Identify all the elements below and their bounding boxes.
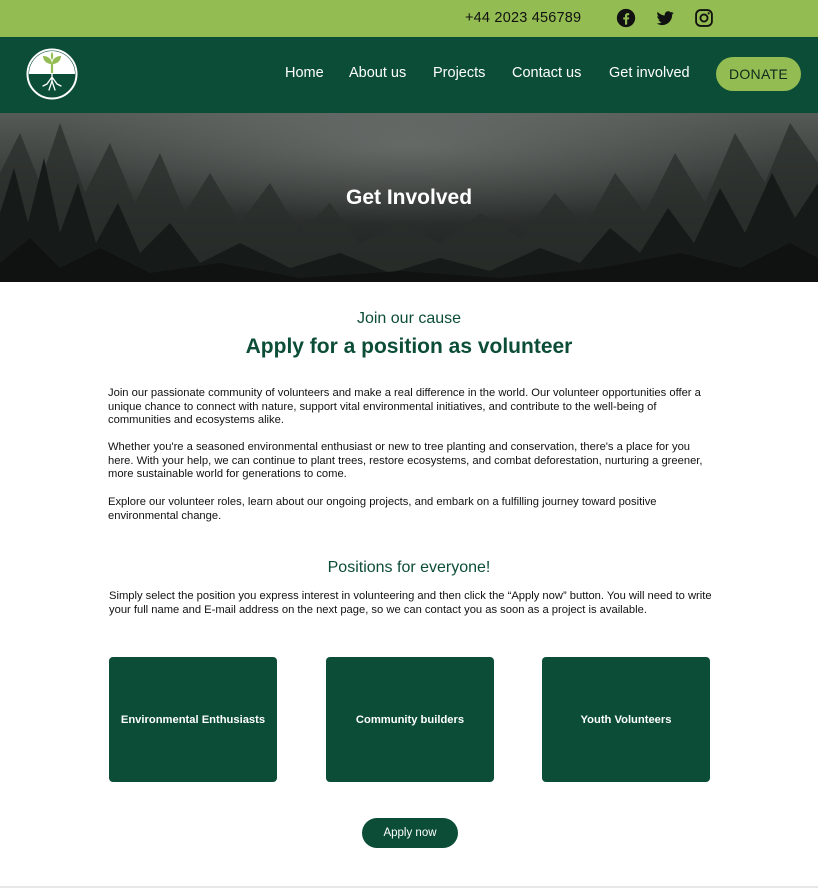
hero-title: Get Involved	[345, 186, 473, 209]
intro-paragraph: Join our passionate community of volunte…	[108, 387, 701, 427]
position-card-youth-volunteers[interactable]: Youth Volunteers	[542, 657, 710, 782]
hero-banner: Get Involved	[0, 113, 818, 282]
facebook-icon[interactable]	[616, 8, 636, 28]
nav-home[interactable]: Home	[285, 65, 324, 81]
nav-about-us[interactable]: About us	[349, 65, 406, 81]
positions-description: Simply select the position you express i…	[109, 590, 712, 616]
apply-now-button[interactable]: Apply now	[362, 818, 458, 848]
nav-projects[interactable]: Projects	[433, 65, 485, 81]
position-card-environmental-enthusiasts[interactable]: Environmental Enthusiasts	[109, 657, 277, 782]
positions-heading: Positions for everyone!	[327, 559, 491, 576]
position-card-label: Youth Volunteers	[580, 713, 672, 726]
donate-button[interactable]: DONATE	[716, 57, 801, 91]
intro-paragraph: Whether you're a seasoned environmental …	[108, 441, 703, 481]
tree-roots-logo[interactable]	[26, 48, 78, 100]
position-card-community-builders[interactable]: Community builders	[326, 657, 494, 782]
phone-number: +44 2023 456789	[465, 10, 582, 26]
position-card-label: Environmental Enthusiasts	[120, 713, 266, 726]
nav-get-involved[interactable]: Get involved	[609, 65, 690, 81]
intro-paragraph: Explore our volunteer roles, learn about…	[108, 496, 657, 522]
section-heading: Apply for a position as volunteer	[245, 335, 573, 358]
position-card-label: Community builders	[355, 713, 465, 726]
top-contact-bar: +44 2023 456789	[0, 0, 818, 37]
twitter-icon[interactable]	[655, 8, 675, 28]
nav-contact-us[interactable]: Contact us	[512, 65, 581, 81]
instagram-icon[interactable]	[694, 8, 714, 28]
section-kicker: Join our cause	[356, 310, 462, 327]
main-navbar: Home About us Projects Contact us Get in…	[0, 37, 818, 113]
